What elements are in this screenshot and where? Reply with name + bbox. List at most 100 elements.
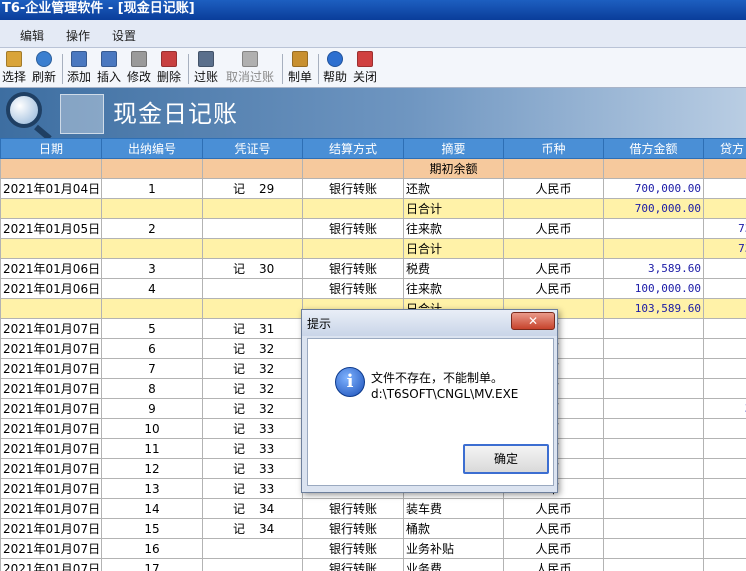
cell-debit: 700,000.00 [603, 178, 704, 199]
cell-cashier-no: 15 [101, 518, 203, 539]
cell-credit: 5 [703, 538, 746, 559]
table-row[interactable]: 2021年01月07日14 记 34 银行转账装车费人民币 2 [0, 498, 746, 519]
voucher-number: 33 [259, 462, 275, 476]
column-header-currency[interactable]: 币种 [503, 138, 604, 159]
daily-subtotal-row[interactable]: 日合计 734 [0, 238, 746, 259]
voucher-number: 34 [259, 522, 275, 536]
table-row[interactable]: 2021年01月05日2 银行转账往来款人民币 734 [0, 218, 746, 239]
cell-voucher-no: 记 31 [202, 318, 303, 339]
table-row[interactable]: 2021年01月07日 17 银行转账 业务费 人民币 [0, 558, 746, 571]
cell-settlement [302, 198, 404, 219]
ok-button[interactable]: 确定 [463, 444, 549, 474]
cell-credit [703, 558, 746, 571]
column-header-credit[interactable]: 贷方 [703, 138, 746, 159]
voucher-type: 记 [233, 502, 246, 516]
cell-cashier-no: 9 [101, 398, 203, 419]
edit-button[interactable]: 修改 [126, 51, 152, 87]
voucher-number: 33 [259, 442, 275, 456]
menu-operate[interactable]: 操作 [66, 27, 90, 44]
refresh-button[interactable]: 刷新 [31, 51, 57, 87]
help-icon [327, 51, 343, 67]
cell-debit [603, 558, 704, 571]
toolbar-separator [188, 54, 189, 84]
column-header-cashier-no[interactable]: 出纳编号 [101, 138, 203, 159]
cell-date: 2021年01月07日 [0, 538, 102, 559]
cell-credit [703, 478, 746, 499]
voucher-type: 记 [233, 322, 246, 336]
insert-icon [101, 51, 117, 67]
cell-debit [603, 398, 704, 419]
cell-cashier-no: 12 [101, 458, 203, 479]
voucher-type: 记 [233, 382, 246, 396]
dialog-close-button[interactable]: ✕ [511, 312, 555, 330]
opening-balance-row[interactable]: 期初余额 [0, 158, 746, 179]
cell-cashier-no: 5 [101, 318, 203, 339]
cell-voucher-no: 记 34 [202, 518, 303, 539]
cell-settlement: 银行转账 [302, 278, 404, 299]
voucher-number: 29 [259, 182, 275, 196]
table-row[interactable]: 2021年01月04日 1 记 29 银行转账 还款 人民币 700,000.00 [0, 178, 746, 199]
cell-voucher-no [202, 238, 303, 259]
close-button[interactable]: 关闭 [352, 51, 378, 87]
cell-debit [603, 378, 704, 399]
cell-credit: 38 [703, 398, 746, 419]
cell-credit [703, 318, 746, 339]
post-button[interactable]: 过账 [193, 51, 219, 87]
cell-summary: 装车费 [403, 498, 504, 519]
cell-date [0, 198, 102, 219]
column-header-debit[interactable]: 借方金额 [603, 138, 704, 159]
cell-voucher-no [202, 558, 303, 571]
voucher-number: 33 [259, 422, 275, 436]
cell-currency: 人民币 [503, 218, 604, 239]
menu-edit[interactable]: 编辑 [20, 27, 44, 44]
cell-voucher-no: 记 33 [202, 478, 303, 499]
voucher-type: 记 [233, 402, 246, 416]
table-row[interactable]: 2021年01月07日15 记 34 银行转账桶款人民币 1 [0, 518, 746, 539]
column-header-voucher-no[interactable]: 凭证号 [202, 138, 303, 159]
unpost-button[interactable]: 取消过账 [224, 51, 276, 87]
daily-subtotal-row[interactable]: 日合计 700,000.00 [0, 198, 746, 219]
insert-button[interactable]: 插入 [96, 51, 122, 87]
voucher-type: 记 [233, 182, 246, 196]
column-header-settlement[interactable]: 结算方式 [302, 138, 404, 159]
post-icon [198, 51, 214, 67]
cell-summary: 桶款 [403, 518, 504, 539]
cell-settlement: 银行转账 [302, 538, 404, 559]
delete-button[interactable]: 删除 [156, 51, 182, 87]
cell-cashier-no: 16 [101, 538, 203, 559]
table-row[interactable]: 2021年01月07日16 银行转账业务补贴人民币 5 [0, 538, 746, 559]
menu-bar: 编辑 操作 设置 [0, 20, 746, 48]
cell-settlement: 银行转账 [302, 178, 404, 199]
column-header-date[interactable]: 日期 [0, 138, 102, 159]
help-button[interactable]: 帮助 [322, 51, 348, 87]
table-row[interactable]: 2021年01月06日 4 银行转账 往来款 人民币 100,000.00 [0, 278, 746, 299]
cell-date: 2021年01月07日 [0, 398, 102, 419]
cell-cashier-no: 17 [101, 558, 203, 571]
cell-credit: 3 [703, 378, 746, 399]
make-voucher-button[interactable]: 制单 [287, 51, 313, 87]
cell-currency [503, 238, 604, 259]
voucher-number: 32 [259, 382, 275, 396]
cell-date: 2021年01月07日 [0, 418, 102, 439]
refresh-icon [36, 51, 52, 67]
cell-debit: 103,589.60 [603, 298, 704, 319]
cell-currency: 人民币 [503, 518, 604, 539]
select-button[interactable]: 选择 [2, 51, 26, 87]
voucher-number: 30 [259, 262, 275, 276]
cell-credit: 2 [703, 498, 746, 519]
delete-icon [161, 51, 177, 67]
voucher-number: 31 [259, 322, 275, 336]
cell-debit [603, 538, 704, 559]
column-header-summary[interactable]: 摘要 [403, 138, 504, 159]
add-button[interactable]: 添加 [66, 51, 92, 87]
table-row[interactable]: 2021年01月06日 3 记 30 银行转账 税费 人民币 3,589.60 [0, 258, 746, 279]
voucher-type: 记 [233, 482, 246, 496]
cell-credit: 734 [703, 238, 746, 259]
cell-debit [603, 518, 704, 539]
voucher-type: 记 [233, 442, 246, 456]
menu-settings[interactable]: 设置 [112, 27, 136, 44]
cell-summary: 还款 [403, 178, 504, 199]
message-dialog: 提示 ✕ i 文件不存在，不能制单。 d:\T6SOFT\CNGL\MV.EXE… [301, 309, 558, 493]
cell-settlement: 银行转账 [302, 498, 404, 519]
cell-debit [603, 238, 704, 259]
